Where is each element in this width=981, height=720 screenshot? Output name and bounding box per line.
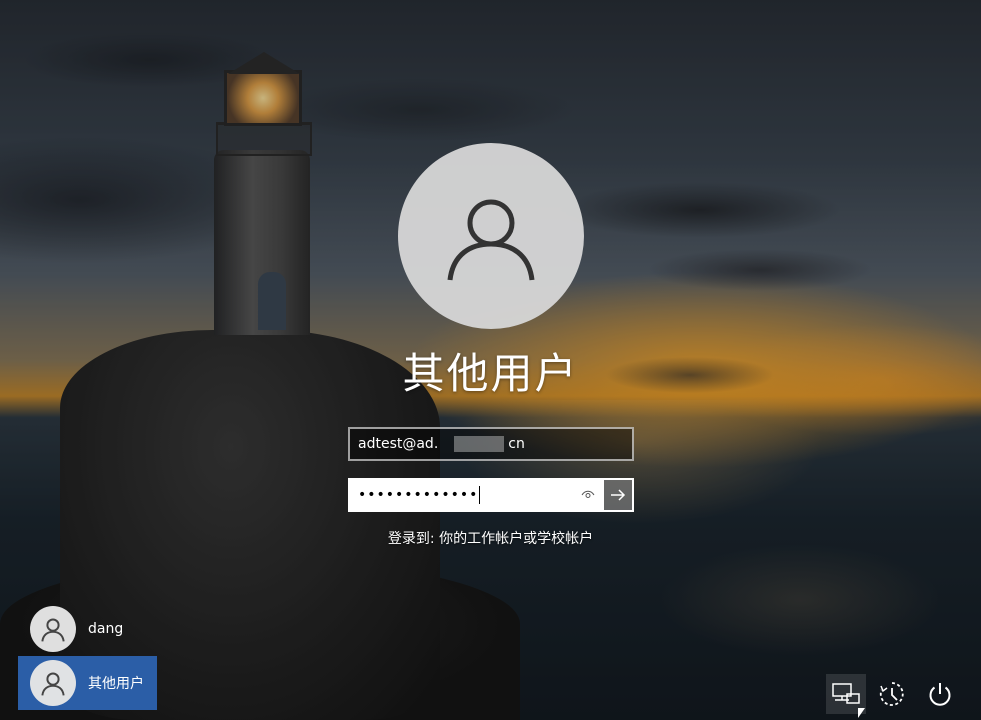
accessibility-icon (879, 682, 904, 706)
avatar (30, 660, 76, 706)
submit-button[interactable] (602, 478, 634, 512)
user-avatar (398, 143, 584, 329)
user-icon (41, 672, 65, 696)
network-icon (832, 683, 860, 704)
password-field[interactable]: ••••••••••••• (348, 478, 604, 512)
power-button[interactable] (920, 674, 960, 714)
user-tile-dang[interactable]: dang (18, 602, 157, 656)
reveal-password-icon[interactable] (580, 488, 596, 502)
mouse-cursor (858, 708, 865, 718)
power-icon (929, 683, 951, 706)
text-caret (479, 486, 481, 504)
user-tile-label: dang (88, 621, 124, 637)
avatar (30, 606, 76, 652)
username-prefix: adtest@ad. (358, 436, 439, 452)
user-icon (41, 618, 65, 642)
user-icon (447, 199, 535, 281)
accessibility-button[interactable] (872, 674, 912, 714)
user-tile-label: 其他用户 (88, 676, 144, 692)
sign-in-to-text[interactable]: 登录到: 你的工作帐户或学校帐户 (0, 528, 981, 548)
username-suffix: cn (508, 436, 525, 452)
username-field[interactable]: adtest@ad. cn (348, 427, 634, 461)
user-tile-other-user[interactable]: 其他用户 (18, 656, 157, 710)
password-mask: ••••••••••••• (358, 487, 479, 503)
arrow-right-icon (611, 489, 626, 501)
display-name: 其他用户 (402, 349, 579, 398)
redacted-text (454, 436, 505, 452)
